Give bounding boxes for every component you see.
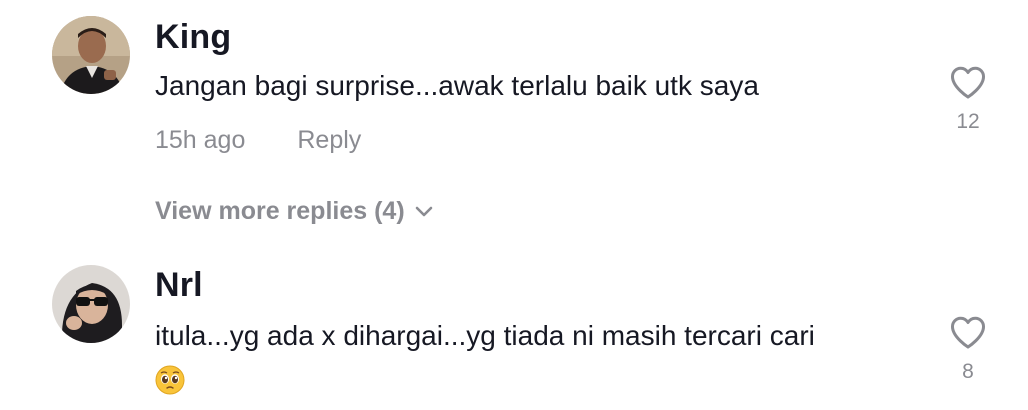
like-button[interactable]: 8 (946, 314, 990, 384)
like-count: 8 (962, 360, 974, 383)
comment-text: itula...yg ada x dihargai...yg tiada ni … (155, 320, 815, 351)
avatar[interactable] (52, 265, 130, 343)
avatar-photo-icon (52, 265, 130, 343)
comment-item: Nrl itula...yg ada x dihargai...yg tiada… (0, 0, 1028, 410)
pleading-face-emoji-icon (155, 365, 185, 395)
comment-username[interactable]: Nrl (155, 266, 203, 305)
heart-outline-icon (950, 316, 986, 349)
